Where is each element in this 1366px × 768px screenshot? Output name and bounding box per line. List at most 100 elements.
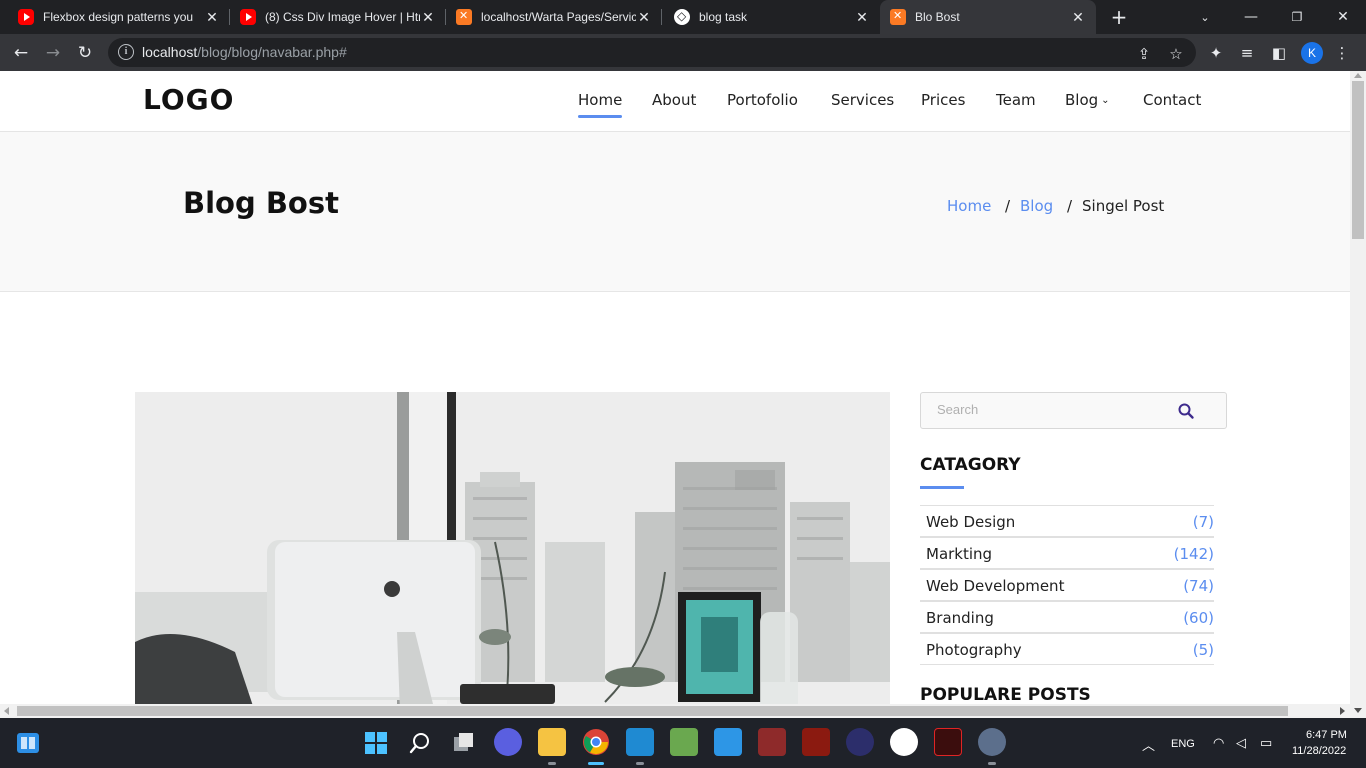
clock-time[interactable]: 6:47 PM: [1306, 729, 1347, 741]
nav-blog-dropdown[interactable]: Blog ⌄: [1065, 91, 1110, 115]
clock-date[interactable]: 11/28/2022: [1292, 745, 1346, 757]
nav-contact[interactable]: Contact: [1143, 91, 1201, 115]
minimize-button[interactable]: —: [1228, 0, 1274, 34]
category-item[interactable]: Branding (60): [920, 601, 1214, 633]
volume-icon[interactable]: ◁: [1236, 735, 1246, 751]
scroll-up-arrow[interactable]: [1354, 73, 1362, 78]
category-name: Branding: [926, 609, 994, 627]
horizontal-scrollbar[interactable]: [0, 704, 1366, 718]
reload-button[interactable]: ↻: [72, 40, 98, 66]
close-window-button[interactable]: ✕: [1320, 0, 1366, 34]
scrollbar-thumb[interactable]: [17, 706, 1288, 716]
settings-gear-icon[interactable]: [978, 728, 1006, 756]
youtube-icon: [240, 9, 256, 25]
nav-services[interactable]: Services: [831, 91, 894, 115]
breadcrumb-home[interactable]: Home: [947, 197, 991, 215]
close-tab-icon[interactable]: ✕: [1070, 9, 1086, 26]
scrollbar-thumb[interactable]: [1352, 81, 1364, 239]
widgets-icon[interactable]: [16, 732, 40, 754]
url-host: localhost: [142, 44, 198, 60]
restore-button[interactable]: ❐: [1274, 0, 1320, 34]
category-item[interactable]: Markting (142): [920, 537, 1214, 569]
category-name: Web Design: [926, 513, 1016, 531]
close-tab-icon[interactable]: ✕: [854, 9, 870, 26]
animate-icon[interactable]: [934, 728, 962, 756]
tab-blo-bost[interactable]: Blo Bost ✕: [880, 0, 1096, 34]
running-indicator: [988, 762, 996, 765]
new-tab-button[interactable]: +: [1106, 5, 1132, 29]
chrome-icon[interactable]: [582, 728, 610, 756]
search-input[interactable]: [937, 402, 1167, 417]
close-tab-icon[interactable]: ✕: [420, 9, 436, 26]
category-name: Web Development: [926, 577, 1065, 595]
category-count: (5): [1192, 641, 1214, 659]
tab-title: Flexbox design patterns you: [43, 10, 194, 24]
tab-warta-pages[interactable]: localhost/Warta Pages/Servic ✕: [446, 0, 662, 34]
page-title: Blog Bost: [183, 186, 339, 220]
nav-team[interactable]: Team: [996, 91, 1036, 115]
eclipse-icon[interactable]: [846, 728, 874, 756]
share-icon[interactable]: ⇪: [1134, 44, 1154, 64]
scroll-left-arrow[interactable]: [4, 707, 9, 715]
menu-kebab-icon[interactable]: ⋮: [1331, 43, 1353, 63]
tab-blog-task[interactable]: blog task ✕: [664, 0, 880, 34]
windows-taskbar: ︿ ENG ◠ ◁ ▭ 6:47 PM 11/28/2022: [0, 718, 1366, 768]
nav-home[interactable]: Home: [578, 91, 623, 118]
taskbar-search-icon[interactable]: [408, 731, 432, 755]
file-explorer-icon[interactable]: [538, 728, 566, 756]
category-name: Markting: [926, 545, 993, 563]
breadcrumb-blog[interactable]: Blog: [1020, 197, 1053, 215]
close-tab-icon[interactable]: ✕: [204, 9, 220, 26]
site-info-icon[interactable]: i: [118, 44, 134, 60]
url-text[interactable]: localhost/blog/blog/navabar.php#: [142, 44, 347, 60]
category-item[interactable]: Web Design (7): [920, 505, 1214, 537]
xampp-icon: [890, 9, 906, 25]
task-view-icon[interactable]: [452, 731, 476, 755]
back-button[interactable]: ←: [8, 40, 34, 66]
battery-icon[interactable]: ▭: [1260, 735, 1272, 751]
address-bar[interactable]: i localhost/blog/blog/navabar.php# ⇪ ☆: [108, 38, 1196, 67]
side-panel-icon[interactable]: ◧: [1268, 43, 1290, 63]
vscode-icon[interactable]: [626, 728, 654, 756]
tab-title: Blo Bost: [915, 10, 960, 24]
bookmark-star-icon[interactable]: ☆: [1166, 44, 1186, 64]
close-tab-icon[interactable]: ✕: [636, 9, 652, 26]
extensions-icon[interactable]: ✦: [1205, 43, 1227, 63]
scroll-down-arrow[interactable]: [1354, 708, 1362, 713]
profile-avatar[interactable]: K: [1301, 42, 1323, 64]
scroll-right-arrow[interactable]: [1340, 707, 1345, 715]
flash-icon[interactable]: [802, 728, 830, 756]
media-control-icon[interactable]: ≡: [1236, 43, 1258, 63]
site-logo[interactable]: LOGO: [143, 83, 234, 116]
category-count: (7): [1192, 513, 1214, 531]
tab-search-icon[interactable]: ⌄: [1182, 0, 1228, 34]
maps-app-icon[interactable]: [890, 728, 918, 756]
category-item[interactable]: Photography (5): [920, 633, 1214, 665]
wifi-icon[interactable]: ◠: [1213, 735, 1224, 751]
forward-button[interactable]: →: [40, 40, 66, 66]
running-indicator: [548, 762, 556, 765]
category-count: (60): [1183, 609, 1214, 627]
site-header: LOGO Home About Portofolio Services Pric…: [0, 71, 1350, 132]
trello-icon[interactable]: [714, 728, 742, 756]
url-path: /blog/blog/navabar.php#: [197, 44, 347, 60]
vertical-scrollbar[interactable]: [1350, 71, 1366, 704]
nav-portofolio[interactable]: Portofolio: [727, 91, 798, 115]
language-indicator[interactable]: ENG: [1171, 738, 1195, 750]
nav-about[interactable]: About: [652, 91, 696, 115]
category-name: Photography: [926, 641, 1022, 659]
teams-chat-icon[interactable]: [494, 728, 522, 756]
nav-prices[interactable]: Prices: [921, 91, 965, 115]
tab-title: localhost/Warta Pages/Servic: [481, 10, 636, 24]
git-icon[interactable]: [758, 728, 786, 756]
tab-title: (8) Css Div Image Hover | Htn: [265, 10, 420, 24]
tab-title: blog task: [699, 10, 748, 24]
start-icon[interactable]: [364, 731, 388, 755]
search-icon[interactable]: [1177, 402, 1195, 420]
cube-app-icon[interactable]: [670, 728, 698, 756]
tray-chevron-up-icon[interactable]: ︿: [1142, 735, 1155, 754]
chevron-down-icon: ⌄: [1101, 95, 1110, 106]
tab-css-hover[interactable]: (8) Css Div Image Hover | Htn ✕: [230, 0, 446, 34]
tab-flexbox[interactable]: Flexbox design patterns you ✕: [8, 0, 230, 34]
category-item[interactable]: Web Development (74): [920, 569, 1214, 601]
